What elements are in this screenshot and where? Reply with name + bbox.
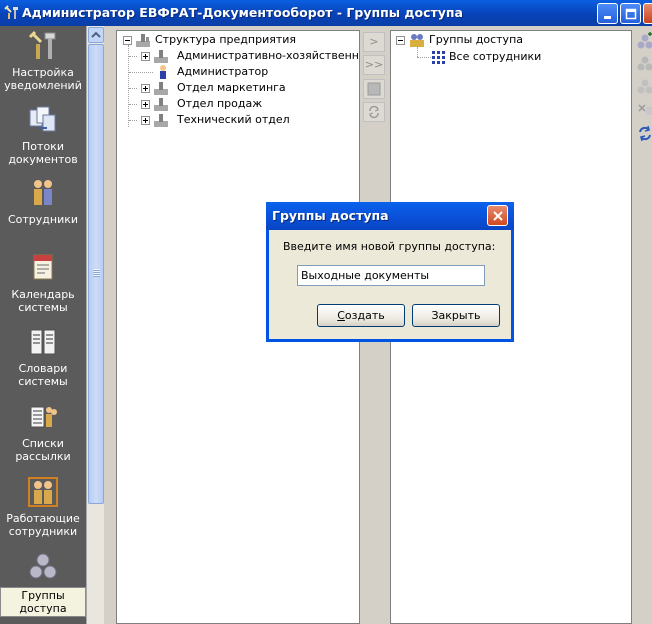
square-icon (367, 82, 381, 96)
new-group-icon[interactable] (636, 32, 652, 52)
nav-label-mailing-lists: Списки рассылки (15, 437, 71, 463)
tree-connector (129, 104, 137, 105)
tree-item-label: Административно-хозяйственный о (177, 49, 386, 62)
collapse-toggle[interactable] (396, 36, 405, 45)
tree-connector (129, 72, 153, 73)
working-employees-icon (28, 477, 58, 507)
nav-item-document-flows[interactable]: Потоки документов (0, 104, 86, 166)
chevron-up-icon (91, 31, 101, 38)
tree-item-admin-dept[interactable]: Административно-хозяйственный о (177, 48, 385, 64)
tree-item-technical[interactable]: Технический отдел (177, 112, 290, 128)
nav-item-calendar[interactable]: Календарь системы (0, 252, 86, 314)
navigation-scrollbar[interactable] (86, 26, 104, 624)
dialog-title: Группы доступа (272, 208, 389, 223)
dialog-prompt: Введите имя новой группы доступа: (283, 240, 496, 253)
new-group-dialog: Группы доступа Введите имя новой группы … (266, 202, 514, 342)
expand-toggle[interactable] (141, 116, 150, 125)
nav-item-notifications[interactable]: Настройка уведомлений (0, 30, 86, 92)
dictionaries-icon (30, 329, 56, 355)
remove-button[interactable] (363, 79, 385, 99)
nav-item-access-groups[interactable]: Группы доступа (0, 551, 86, 617)
delete-group-icon[interactable] (636, 100, 652, 120)
scroll-up-button[interactable] (88, 27, 104, 43)
mailing-lists-icon (30, 406, 57, 428)
expand-toggle[interactable] (141, 100, 150, 109)
tree-root-org-structure[interactable]: Структура предприятия (155, 32, 296, 48)
close-button[interactable]: Закрыть (412, 304, 500, 327)
expand-toggle[interactable] (141, 84, 150, 93)
window-title: Администратор ЕВФРАТ-Документооборот - Г… (22, 5, 463, 20)
tree-root-access-groups[interactable]: Группы доступа (429, 32, 523, 48)
department-icon (154, 82, 168, 95)
nav-label-working-employees: Работающие сотрудники (6, 512, 80, 538)
refresh-icon[interactable] (636, 124, 652, 144)
tree-connector (417, 57, 431, 58)
create-button-label: оздать (344, 309, 385, 322)
nav-label-notifications: Настройка уведомлений (4, 66, 82, 92)
scrollbar-grip (93, 269, 100, 277)
close-icon (493, 211, 503, 221)
tree-item-all-employees[interactable]: Все сотрудники (449, 49, 541, 65)
tree-item-sales[interactable]: Отдел продаж (177, 96, 262, 112)
dialog-close-button[interactable] (487, 205, 508, 226)
maximize-button[interactable] (620, 3, 641, 24)
groups-toolbar (634, 30, 652, 624)
refresh-icon (369, 105, 379, 119)
tools-icon (28, 30, 56, 59)
window-close-button[interactable] (643, 3, 652, 24)
nav-label-access-groups: Группы доступа (0, 587, 86, 617)
group-properties-icon[interactable] (636, 54, 652, 74)
nav-item-employees[interactable]: Сотрудники (0, 177, 86, 226)
scrollbar-thumb[interactable] (88, 44, 104, 504)
access-groups-icon (29, 553, 57, 579)
tree-item-label: Администратор (177, 65, 269, 78)
create-button[interactable]: Создать (317, 304, 405, 327)
tree-item-marketing[interactable]: Отдел маркетинга (177, 80, 286, 96)
nav-label-calendar: Календарь системы (11, 288, 75, 314)
nav-label-dictionaries: Словари системы (18, 362, 68, 388)
collapse-toggle[interactable] (123, 36, 132, 45)
tree-item-label: Отдел продаж (177, 97, 263, 110)
add-button[interactable]: > (363, 32, 385, 52)
calendar-icon (33, 254, 53, 280)
create-button-mnemonic: С (337, 309, 345, 322)
nav-item-dictionaries[interactable]: Словари системы (0, 326, 86, 388)
user-icon (160, 65, 166, 79)
tree-root-label: Структура предприятия (155, 33, 297, 46)
tree-connector (129, 56, 137, 57)
department-icon (154, 98, 168, 111)
tree-connector (129, 88, 137, 89)
tree-root-label: Группы доступа (429, 33, 523, 46)
groups-icon (410, 34, 424, 47)
group-name-input[interactable] (297, 265, 485, 286)
department-icon (154, 50, 168, 63)
grid-group-icon (432, 51, 445, 64)
maximize-icon (625, 8, 637, 20)
tree-connector (417, 47, 418, 57)
employees-icon (34, 180, 52, 205)
tree-item-label: Все сотрудники (449, 50, 542, 63)
org-structure-icon (136, 34, 150, 47)
nav-label-employees: Сотрудники (7, 213, 79, 226)
window-title-bar: Администратор ЕВФРАТ-Документооборот - Г… (0, 0, 652, 26)
tree-connector (128, 45, 129, 127)
nav-label-document-flows: Потоки документов (8, 140, 78, 166)
app-tools-icon (4, 5, 18, 19)
tree-item-label: Отдел маркетинга (177, 81, 286, 94)
department-icon (154, 114, 168, 127)
add-all-button[interactable]: >> (363, 55, 385, 75)
tree-item-administrator[interactable]: Администратор (177, 64, 268, 80)
tree-connector (129, 120, 137, 121)
nav-item-mailing-lists[interactable]: Списки рассылки (0, 401, 86, 463)
minimize-button[interactable] (597, 3, 618, 24)
dialog-title-bar: Группы доступа (266, 202, 514, 230)
expand-toggle[interactable] (141, 52, 150, 61)
tree-item-label: Технический отдел (177, 113, 290, 126)
documents-flow-icon (29, 106, 56, 132)
navigation-panel: Настройка уведомлений Потоки документов … (0, 26, 86, 624)
minimize-icon (604, 16, 611, 19)
group-members-icon[interactable] (636, 77, 652, 97)
refresh-button[interactable] (363, 102, 385, 122)
nav-item-working-employees[interactable]: Работающие сотрудники (0, 476, 86, 538)
